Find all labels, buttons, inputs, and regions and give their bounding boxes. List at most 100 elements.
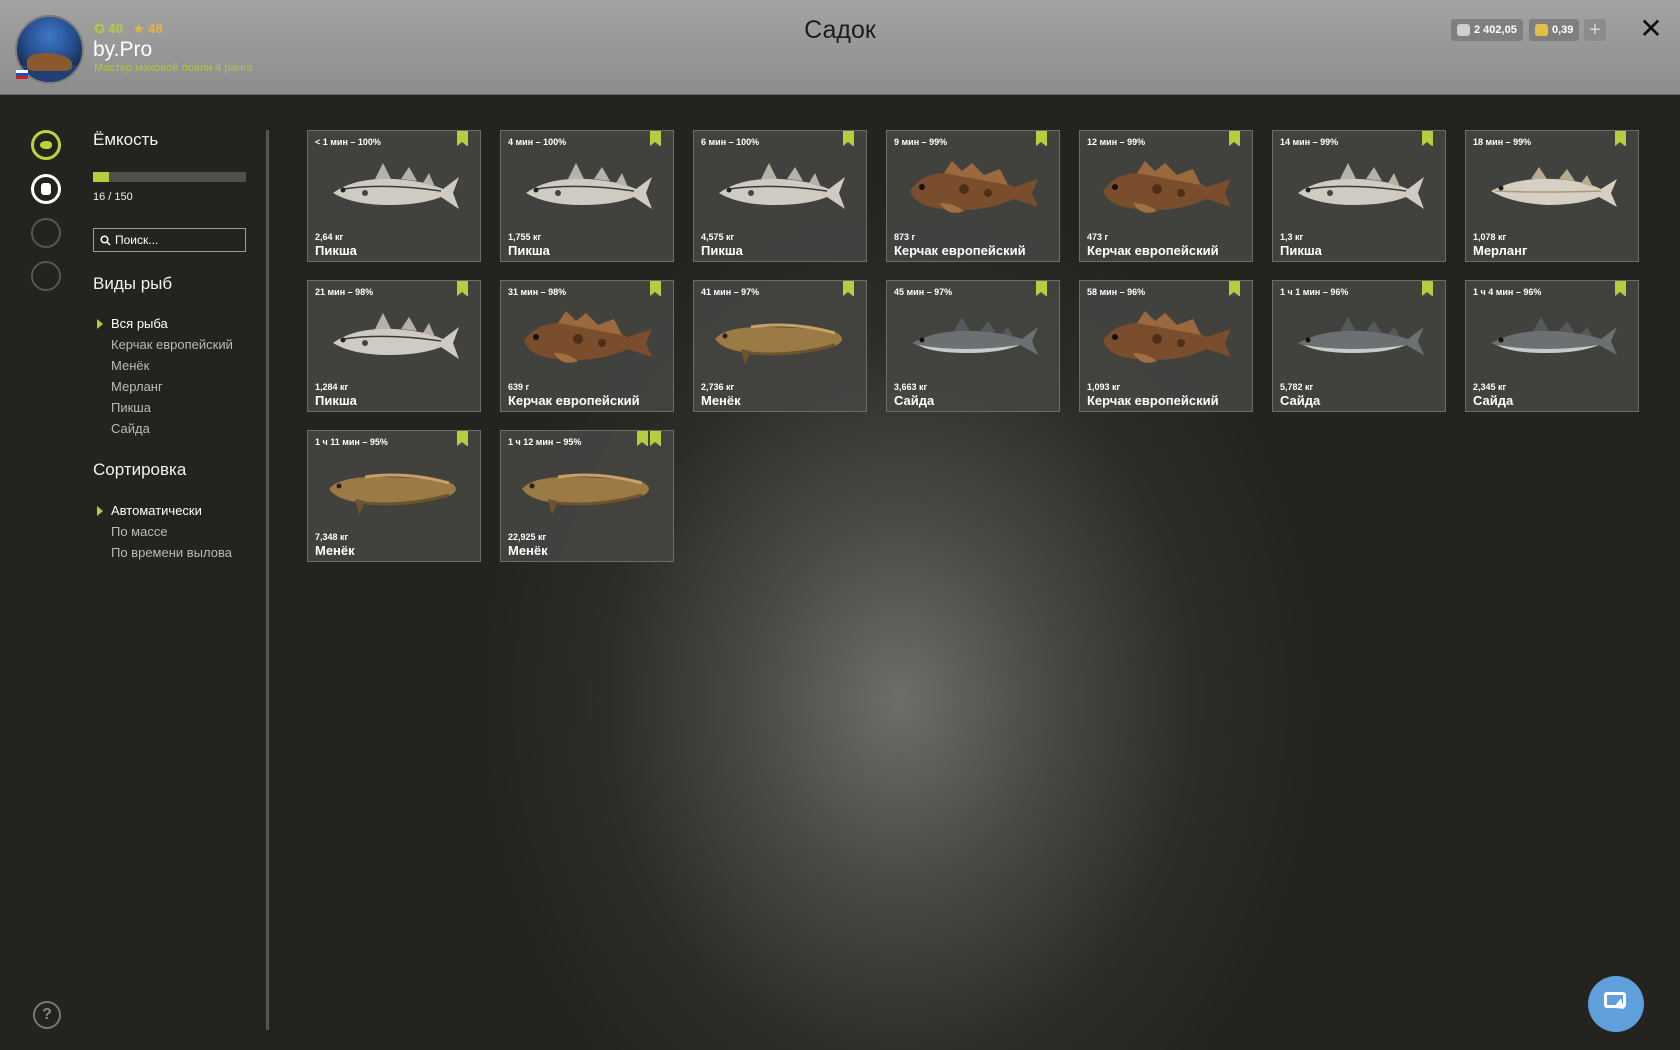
fish-card[interactable]: 18 мин – 99% 1,078 кг Мерланг xyxy=(1465,130,1639,262)
panel-divider xyxy=(266,130,269,1030)
fish-card[interactable]: 4 мин – 100% 1,755 кг Пикша xyxy=(500,130,674,262)
fish-card[interactable]: 21 мин – 98% 1,284 кг Пикша xyxy=(307,280,481,412)
favorite-flag-icon[interactable] xyxy=(843,281,854,296)
favorite-flag-icon[interactable] xyxy=(650,281,661,296)
fish-name: Пикша xyxy=(1280,243,1322,258)
fish-name: Сайда xyxy=(894,393,935,408)
fish-weight: 1,093 кг xyxy=(1087,382,1121,392)
sort-option-item[interactable]: Автоматически xyxy=(97,500,232,521)
fish-card[interactable]: 1 ч 4 мин – 96% 2,345 кг Сайда xyxy=(1465,280,1639,412)
species-filter-item[interactable]: Мерланг xyxy=(111,376,233,397)
fish-card[interactable]: 6 мин – 100% 4,575 кг Пикша xyxy=(693,130,867,262)
catch-time: 12 мин – 99% xyxy=(1087,137,1146,147)
silver-balance: 2 402,05 xyxy=(1451,19,1523,41)
favorite-flag-icon[interactable] xyxy=(1229,281,1240,296)
fish-card[interactable]: 9 мин – 99% 873 г Керчак европейский xyxy=(886,130,1060,262)
favorite-flag-icon[interactable] xyxy=(843,131,854,146)
catch-time: < 1 мин – 100% xyxy=(315,137,381,147)
fish-weight: 2,736 кг xyxy=(701,382,735,392)
fish-weight: 1,078 кг xyxy=(1473,232,1507,242)
gold-coin-icon xyxy=(1535,24,1548,36)
favorite-flag-icon[interactable] xyxy=(457,131,468,146)
sorting-list: Автоматически По массе По времени вылова xyxy=(97,500,232,563)
species-filter-item[interactable]: Керчак европейский xyxy=(111,334,233,355)
favorite-flag-icon[interactable] xyxy=(1422,131,1433,146)
catch-time: 21 мин – 98% xyxy=(315,287,374,297)
fish-name: Керчак европейский xyxy=(1087,393,1219,408)
fish-name: Пикша xyxy=(315,393,357,408)
fish-card[interactable]: 41 мин – 97% 2,736 кг Менёк xyxy=(693,280,867,412)
favorite-flag-icon[interactable] xyxy=(650,131,661,146)
species-title: Виды рыб xyxy=(93,274,173,293)
fish-card[interactable]: 31 мин – 98% 639 г Керчак европейский xyxy=(500,280,674,412)
catch-time: 6 мин – 100% xyxy=(701,137,760,147)
favorite-flag-icon[interactable] xyxy=(1615,131,1626,146)
catch-time: 41 мин – 97% xyxy=(701,287,760,297)
favorite-flag-icon[interactable] xyxy=(457,281,468,296)
gold-value: 0,39 xyxy=(1552,24,1574,36)
catch-time: 31 мин – 98% xyxy=(508,287,567,297)
sort-option-item[interactable]: По времени вылова xyxy=(111,542,232,563)
fish-card[interactable]: 1 ч 11 мин – 95% 7,348 кг Менёк xyxy=(307,430,481,562)
fish-card[interactable]: 58 мин – 96% 1,093 кг Керчак европейский xyxy=(1079,280,1253,412)
fish-weight: 5,782 кг xyxy=(1280,382,1314,392)
species-list: Вся рыба Керчак европейский Менёк Мерланг Пи… xyxy=(97,313,233,439)
species-filter-item[interactable]: Пикша xyxy=(111,397,233,418)
catch-time: 18 мин – 99% xyxy=(1473,137,1532,147)
close-button[interactable]: ✕ xyxy=(1638,15,1664,43)
fish-name: Пикша xyxy=(315,243,357,258)
search-icon xyxy=(100,234,111,246)
fish-tab-icon[interactable] xyxy=(31,130,61,160)
catch-time: 1 ч 1 мин – 96% xyxy=(1280,287,1349,297)
fish-card[interactable]: 45 мин – 97% 3,663 кг Сайда xyxy=(886,280,1060,412)
capacity-text: 16 / 150 xyxy=(93,191,133,203)
fish-card[interactable]: < 1 мин – 100% 2,64 кг Пикша xyxy=(307,130,481,262)
fish-card[interactable]: 1 ч 1 мин – 96% 5,782 кг Сайда xyxy=(1272,280,1446,412)
help-button[interactable]: ? xyxy=(33,1001,61,1029)
favorite-flag-icon[interactable] xyxy=(650,431,661,446)
fish-weight: 2,64 кг xyxy=(315,232,344,242)
favorite-flag-icon[interactable] xyxy=(457,431,468,446)
favorite-flag-icon[interactable] xyxy=(637,431,648,446)
fish-weight: 1,284 кг xyxy=(315,382,349,392)
fish-name: Менёк xyxy=(508,543,548,558)
favorite-flag-icon[interactable] xyxy=(1036,281,1047,296)
fish-card[interactable]: 12 мин – 99% 473 г Керчак европейский xyxy=(1079,130,1253,262)
species-filter-item[interactable]: Сайда xyxy=(111,418,233,439)
capacity-bar xyxy=(93,172,246,182)
fish-card[interactable]: 1 ч 12 мин – 95% 22,925 кг Менёк xyxy=(500,430,674,562)
species-filter-item[interactable]: Вся рыба xyxy=(97,313,233,334)
search-input[interactable]: Поиск... xyxy=(93,228,246,252)
fish-card[interactable]: 14 мин – 99% 1,3 кг Пикша xyxy=(1272,130,1446,262)
sort-option-item[interactable]: По массе xyxy=(111,521,232,542)
tent-tab-icon[interactable] xyxy=(31,218,61,248)
fish-weight: 22,925 кг xyxy=(508,532,547,542)
keepnet-tab-icon[interactable] xyxy=(31,174,61,204)
fish-weight: 4,575 кг xyxy=(701,232,735,242)
gold-balance: 0,39 xyxy=(1529,19,1580,41)
catch-time: 4 мин – 100% xyxy=(508,137,567,147)
page-title: Садок xyxy=(804,16,876,44)
fish-name: Керчак европейский xyxy=(1087,243,1219,258)
fish-name: Менёк xyxy=(315,543,355,558)
fish-name: Менёк xyxy=(701,393,741,408)
fish-name: Пикша xyxy=(508,243,550,258)
silver-value: 2 402,05 xyxy=(1474,24,1517,36)
add-gold-button[interactable]: + xyxy=(1584,19,1606,41)
species-filter-item[interactable]: Менёк xyxy=(111,355,233,376)
fish-weight: 873 г xyxy=(894,232,916,242)
favorite-flag-icon[interactable] xyxy=(1422,281,1433,296)
favorite-flag-icon[interactable] xyxy=(1615,281,1626,296)
catch-time: 45 мин – 97% xyxy=(894,287,953,297)
fish-weight: 473 г xyxy=(1087,232,1109,242)
favorite-flag-icon[interactable] xyxy=(1229,131,1240,146)
catch-time: 1 ч 11 мин – 95% xyxy=(315,437,388,447)
home-tab-icon[interactable] xyxy=(31,261,61,291)
favorite-flag-icon[interactable] xyxy=(1036,131,1047,146)
fish-weight: 1,755 кг xyxy=(508,232,542,242)
cursor-mode-button[interactable] xyxy=(1588,976,1644,1032)
capacity-fill xyxy=(93,172,110,182)
catch-time: 58 мин – 96% xyxy=(1087,287,1146,297)
top-bar: ✪ 40 ★ 48 by.Pro Мастер маховой ловли 4 … xyxy=(0,0,1680,95)
catch-time: 1 ч 12 мин – 95% xyxy=(508,437,582,447)
